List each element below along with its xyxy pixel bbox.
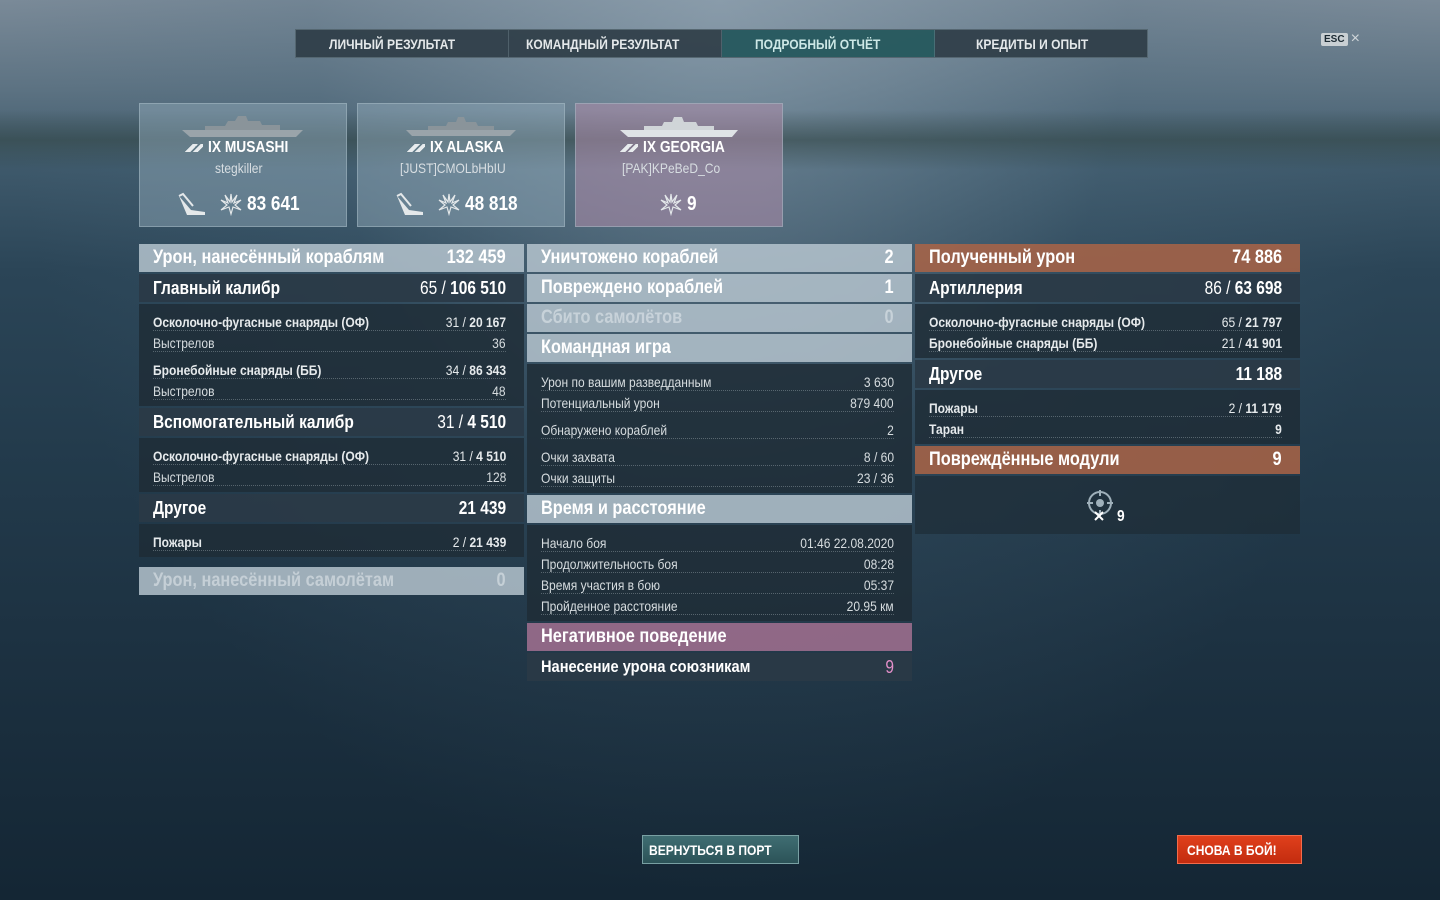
- ship-damage-value: 48 818: [465, 192, 519, 215]
- potential-damage-row: Потенциальный урон 879 400: [541, 391, 894, 412]
- ship-name: IX GEORGIA: [576, 139, 782, 157]
- ships-damaged-row: Повреждено кораблей 1: [527, 274, 912, 302]
- ship-stats: 83 641: [140, 192, 346, 216]
- damage-dealt-column: Урон, нанесённый кораблям 132 459 Главный…: [139, 244, 524, 597]
- ship-module-damage-icon: [1087, 490, 1113, 521]
- tab-credits-xp[interactable]: КРЕДИТЫ И ОПЫТ: [935, 30, 1147, 57]
- secondary-details: Осколочно-фугасные снаряды (ОФ) 31 / 4 51…: [139, 438, 524, 492]
- team-damage-row: Нанесение урона союзникам 9: [527, 653, 912, 681]
- mc-he-row: Осколочно-фугасные снаряды (ОФ) 31 / 20 1…: [153, 310, 506, 331]
- battle-results-column: Уничтожено кораблей 2 Повреждено кораблей…: [527, 244, 912, 683]
- battle-start-row: Начало боя 01:46 22.08.2020: [541, 531, 894, 552]
- planes-shot-down-row: Сбито самолётов 0: [527, 304, 912, 332]
- damage-burst-icon: [221, 193, 242, 216]
- torpedo-hit-icon: [396, 192, 424, 215]
- ship-damage-value: 9: [687, 192, 698, 215]
- player-name: stegkiller: [215, 160, 263, 176]
- mc-ap-row: Бронебойные снаряды (ББ) 34 / 86 343: [153, 358, 506, 379]
- sec-he-row: Осколочно-фугасные снаряды (ОФ) 31 / 4 51…: [153, 444, 506, 465]
- main-caliber-details: Осколочно-фугасные снаряды (ОФ) 31 / 20 1…: [139, 304, 524, 406]
- battleship-silhouette-icon: [620, 117, 738, 137]
- capture-points-row: Очки захвата 8 / 60: [541, 445, 894, 466]
- damage-to-ships-header: Урон, нанесённый кораблям 132 459: [139, 244, 524, 272]
- other-damage-details: Пожары 2 / 21 439: [139, 524, 524, 557]
- ship-class-icon: [406, 143, 425, 152]
- damage-burst-icon: [661, 193, 682, 216]
- torpedo-hit-icon: [178, 192, 206, 215]
- damaged-modules-header: Повреждённые модули 9: [915, 446, 1300, 474]
- negative-behavior-header: Негативное поведение: [527, 623, 912, 651]
- damage-received-header: Полученный урон 74 886: [915, 244, 1300, 272]
- tab-team-result[interactable]: КОМАНДНЫЙ РЕЗУЛЬТАТ: [509, 30, 722, 57]
- tab-detailed-report[interactable]: ПОДРОБНЫЙ ОТЧЁТ: [722, 30, 935, 57]
- secondary-caliber-row: Вспомогательный калибр 31 / 4 510: [139, 408, 524, 436]
- ship-card-2[interactable]: IX ALASKA [JUST]CMOLbHbIU 48 818: [357, 103, 565, 227]
- other-received-row: Другое 11 188: [915, 360, 1300, 388]
- fires-row: Пожары 2 / 21 439: [153, 530, 506, 551]
- ship-stats: 48 818: [358, 192, 564, 216]
- other-received-details: Пожары 2 / 11 179 Таран 9: [915, 390, 1300, 444]
- battle-duration-row: Продолжительность боя 08:28: [541, 552, 894, 573]
- battleship-silhouette-icon: [182, 116, 303, 137]
- ship-class-icon: [184, 143, 203, 152]
- ship-stats: 9: [576, 192, 782, 216]
- damage-received-column: Полученный урон 74 886 Артиллерия 86 / 63…: [915, 244, 1300, 534]
- ship-class-icon: [619, 143, 638, 152]
- sec-he-shots-row: Выстрелов 128: [153, 465, 506, 486]
- art-ap-row: Бронебойные снаряды (ББ) 21 / 41 901: [929, 331, 1282, 352]
- mc-ap-shots-row: Выстрелов 48: [153, 379, 506, 400]
- artillery-row: Артиллерия 86 / 63 698: [915, 274, 1300, 302]
- damage-to-aircraft-header: Урон, нанесённый самолётам 0: [139, 567, 524, 595]
- tab-bar: ЛИЧНЫЙ РЕЗУЛЬТАТ КОМАНДНЫЙ РЕЗУЛЬТАТ ПОД…: [295, 29, 1148, 58]
- damaged-modules-count: 9: [1117, 508, 1125, 525]
- close-button[interactable]: ESC ×: [1321, 30, 1360, 47]
- ship-name: IX MUSASHI: [140, 139, 346, 157]
- distance-row: Пройденное расстояние 20.95 км: [541, 594, 894, 615]
- art-he-row: Осколочно-фугасные снаряды (ОФ) 65 / 21 7…: [929, 310, 1282, 331]
- ships-detected-row: Обнаружено кораблей 2: [541, 418, 894, 439]
- fires-received-row: Пожары 2 / 11 179: [929, 396, 1282, 417]
- mc-he-shots-row: Выстрелов 36: [153, 331, 506, 352]
- damage-burst-icon: [439, 193, 460, 216]
- main-caliber-row: Главный калибр 65 / 106 510: [139, 274, 524, 302]
- time-distance-header: Время и расстояние: [527, 495, 912, 523]
- participation-time-row: Время участия в бою 05:37: [541, 573, 894, 594]
- player-name: [PAK]KPeBeD_Co: [621, 160, 721, 176]
- ship-name: IX ALASKA: [358, 139, 564, 157]
- player-name: [JUST]CMOLbHbIU: [399, 160, 506, 176]
- ship-card-1[interactable]: IX MUSASHI stegkiller 83 641: [139, 103, 347, 227]
- time-distance-details: Начало боя 01:46 22.08.2020 Продолжительн…: [527, 525, 912, 621]
- team-play-details: Урон по вашим разведданным 3 630 Потенциа…: [527, 364, 912, 493]
- ram-row: Таран 9: [929, 417, 1282, 438]
- other-damage-row: Другое 21 439: [139, 494, 524, 522]
- ship-damage-value: 83 641: [247, 192, 301, 215]
- artillery-details: Осколочно-фугасные снаряды (ОФ) 65 / 21 7…: [915, 304, 1300, 358]
- spotting-damage-row: Урон по вашим разведданным 3 630: [541, 370, 894, 391]
- return-to-port-button[interactable]: ВЕРНУТЬСЯ В ПОРТ: [642, 835, 799, 864]
- cruiser-silhouette-icon: [406, 117, 516, 136]
- battle-again-button[interactable]: СНОВА В БОЙ!: [1177, 835, 1302, 864]
- modules-box: 9: [915, 476, 1300, 534]
- defense-points-row: Очки защиты 23 / 36: [541, 466, 894, 487]
- team-play-header: Командная игра: [527, 334, 912, 362]
- ship-card-3[interactable]: IX GEORGIA [PAK]KPeBeD_Co 9: [575, 103, 783, 227]
- esc-key-label: ESC: [1321, 32, 1348, 46]
- close-icon: ×: [1350, 30, 1360, 47]
- tab-personal-result[interactable]: ЛИЧНЫЙ РЕЗУЛЬТАТ: [296, 30, 509, 57]
- ships-destroyed-row: Уничтожено кораблей 2: [527, 244, 912, 272]
